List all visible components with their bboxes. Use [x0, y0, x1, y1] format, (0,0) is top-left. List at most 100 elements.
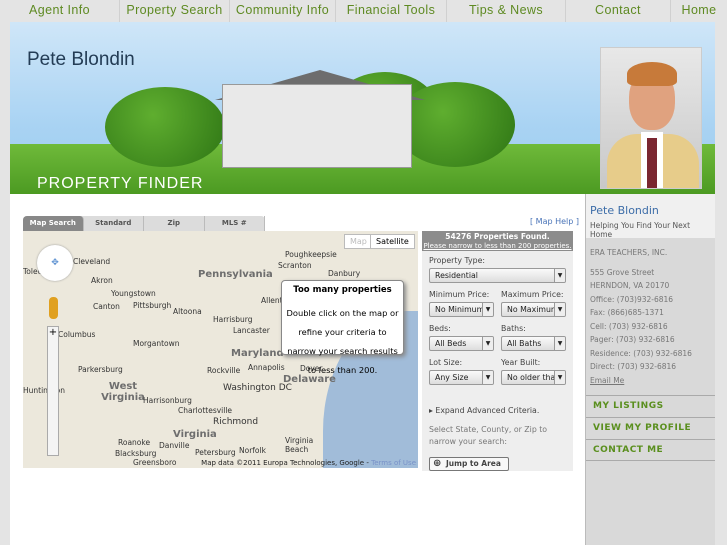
- property-type-label: Property Type:: [429, 256, 486, 265]
- city-label: Annapolis: [248, 363, 285, 372]
- agent-cell: Cell: (703) 932-6816: [590, 321, 668, 331]
- year-built-select[interactable]: No older than ▼: [501, 370, 566, 385]
- city-label: Danville: [159, 441, 190, 450]
- lot-size-select[interactable]: Any Size ▼: [429, 370, 494, 385]
- tab-map-search[interactable]: Map Search: [23, 216, 84, 231]
- house: [222, 84, 412, 168]
- tab-zip[interactable]: Zip: [144, 216, 205, 231]
- city-label: Blacksburg: [115, 449, 157, 458]
- tab-standard[interactable]: Standard: [84, 216, 144, 231]
- banner-agent-name: Pete Blondin: [27, 49, 135, 70]
- city-label: Lancaster: [233, 326, 270, 335]
- agent-direct: Direct: (703) 932-6816: [590, 362, 677, 371]
- city-label: Washington DC: [223, 383, 292, 393]
- contact-me-link[interactable]: CONTACT ME: [586, 439, 715, 461]
- state-label: Virginia: [173, 429, 217, 440]
- pan-control[interactable]: ✥: [37, 245, 73, 281]
- agent-address: 555 Grove Street: [590, 267, 655, 277]
- map-help-link[interactable]: [ Map Help ]: [530, 217, 579, 226]
- city-label: Morgantown: [133, 339, 180, 348]
- city-label: Canton: [93, 302, 120, 311]
- terms-of-use-link[interactable]: Terms of Use: [371, 459, 416, 467]
- city-label: Parkersburg: [78, 365, 123, 374]
- banner: Pete Blondin PROPERTY FINDER: [10, 22, 715, 194]
- city-label: Pittsburgh: [133, 301, 172, 310]
- results-banner: 54276 Properties Found. Please narrow to …: [422, 231, 573, 251]
- popup-title: Too many properties: [293, 285, 392, 295]
- beds-label: Beds:: [429, 324, 451, 333]
- map-type-map-button[interactable]: Map: [344, 234, 373, 249]
- zoom-in-icon[interactable]: +: [49, 327, 57, 338]
- city-label: Danbury: [328, 269, 361, 278]
- agent-photo: [600, 47, 702, 189]
- select-area-text: Select State, County, or Zip to narrow y…: [429, 425, 548, 446]
- min-price-select[interactable]: No Minimum ▼: [429, 302, 494, 317]
- beds-select[interactable]: All Beds ▼: [429, 336, 494, 351]
- expand-advanced-criteria-link[interactable]: ▸ Expand Advanced Criteria.: [429, 406, 539, 415]
- street-view-pegman-icon[interactable]: [49, 297, 58, 319]
- search-tabs: Map Search Standard Zip MLS #: [23, 216, 265, 231]
- map-credit: Map data ©2011 Europa Technologies, Goog…: [201, 459, 416, 467]
- map-type-satellite-button[interactable]: Satellite: [370, 234, 415, 249]
- zoom-slider[interactable]: +: [47, 326, 59, 456]
- nav-contact[interactable]: Contact: [566, 0, 671, 22]
- agent-residence: Residence: (703) 932-6816: [590, 348, 692, 358]
- nav-community-info[interactable]: Community Info: [230, 0, 336, 22]
- city-label: Altoona: [173, 307, 202, 316]
- city-label: Virginia Beach: [285, 436, 314, 454]
- max-price-select[interactable]: No Maximum ▼: [501, 302, 566, 317]
- city-label: Greensboro: [133, 458, 177, 467]
- city-label: Harrisonburg: [143, 396, 192, 405]
- tree: [105, 87, 225, 167]
- agent-sidebar: Pete Blondin Helping You Find Your Next …: [585, 194, 715, 545]
- view-my-profile-link[interactable]: VIEW MY PROFILE: [586, 417, 715, 439]
- city-label: Columbus: [58, 330, 96, 339]
- nav-tips-news[interactable]: Tips & News: [447, 0, 566, 22]
- map[interactable]: Pennsylvania Maryland Delaware West Virg…: [23, 231, 418, 468]
- max-price-label: Maximum Price:: [501, 290, 564, 299]
- banner-title: PROPERTY FINDER: [37, 175, 204, 192]
- city-label: Norfolk: [239, 446, 266, 455]
- state-label: West Virginia: [101, 381, 145, 403]
- plus-circle-icon: ⊕: [433, 458, 442, 469]
- city-label: Akron: [91, 276, 113, 285]
- year-built-label: Year Built:: [501, 358, 541, 367]
- email-me-link[interactable]: Email Me: [590, 376, 624, 385]
- city-label: Youngstown: [111, 289, 156, 298]
- agent-name: Pete Blondin: [590, 204, 659, 217]
- agent-info: ERA TEACHERS, INC. 555 Grove Street HERN…: [586, 238, 715, 395]
- city-label: Harrisburg: [213, 315, 253, 324]
- search-criteria-panel: 54276 Properties Found. Please narrow to …: [422, 231, 573, 471]
- nav-property-search[interactable]: Property Search: [120, 0, 230, 22]
- city-label: Rockville: [207, 366, 241, 375]
- min-price-label: Minimum Price:: [429, 290, 490, 299]
- baths-label: Baths:: [501, 324, 526, 333]
- jump-to-area-button[interactable]: ⊕ Jump to Area: [429, 457, 509, 471]
- popup-text: Double click on the map or refine your c…: [286, 308, 399, 375]
- city-label: Charlottesville: [178, 406, 233, 415]
- tab-mls[interactable]: MLS #: [205, 216, 265, 231]
- agent-office-phone: Office: (703)932-6816: [590, 294, 674, 304]
- baths-select[interactable]: All Baths ▼: [501, 336, 566, 351]
- city-label: Richmond: [213, 417, 259, 427]
- top-nav: Agent Info Property Search Community Inf…: [0, 0, 727, 22]
- nav-home[interactable]: Home: [671, 0, 727, 22]
- property-type-select[interactable]: Residential ▼: [429, 268, 566, 283]
- state-label: Maryland: [231, 348, 284, 359]
- agent-city: HERNDON, VA 20170: [590, 281, 670, 290]
- city-label: Scranton: [278, 261, 312, 270]
- agent-pager: Pager: (703) 932-6816: [590, 335, 675, 344]
- city-label: Cleveland: [73, 257, 111, 266]
- lot-size-label: Lot Size:: [429, 358, 463, 367]
- page: Pete Blondin PROPERTY FINDER Map Search …: [10, 22, 715, 545]
- nav-agent-info[interactable]: Agent Info: [0, 0, 120, 22]
- city-label: Poughkeepsie: [285, 250, 337, 259]
- too-many-properties-popup: Too many properties Double click on the …: [281, 280, 404, 375]
- city-label: Petersburg: [195, 448, 236, 457]
- nav-financial-tools[interactable]: Financial Tools: [336, 0, 447, 22]
- agent-company: ERA TEACHERS, INC.: [590, 248, 668, 257]
- state-label: Pennsylvania: [198, 269, 273, 280]
- agent-fax: Fax: (866)685-1371: [590, 308, 664, 317]
- my-listings-link[interactable]: MY LISTINGS: [586, 395, 715, 417]
- agent-tagline: Helping You Find Your Next Home: [590, 221, 691, 239]
